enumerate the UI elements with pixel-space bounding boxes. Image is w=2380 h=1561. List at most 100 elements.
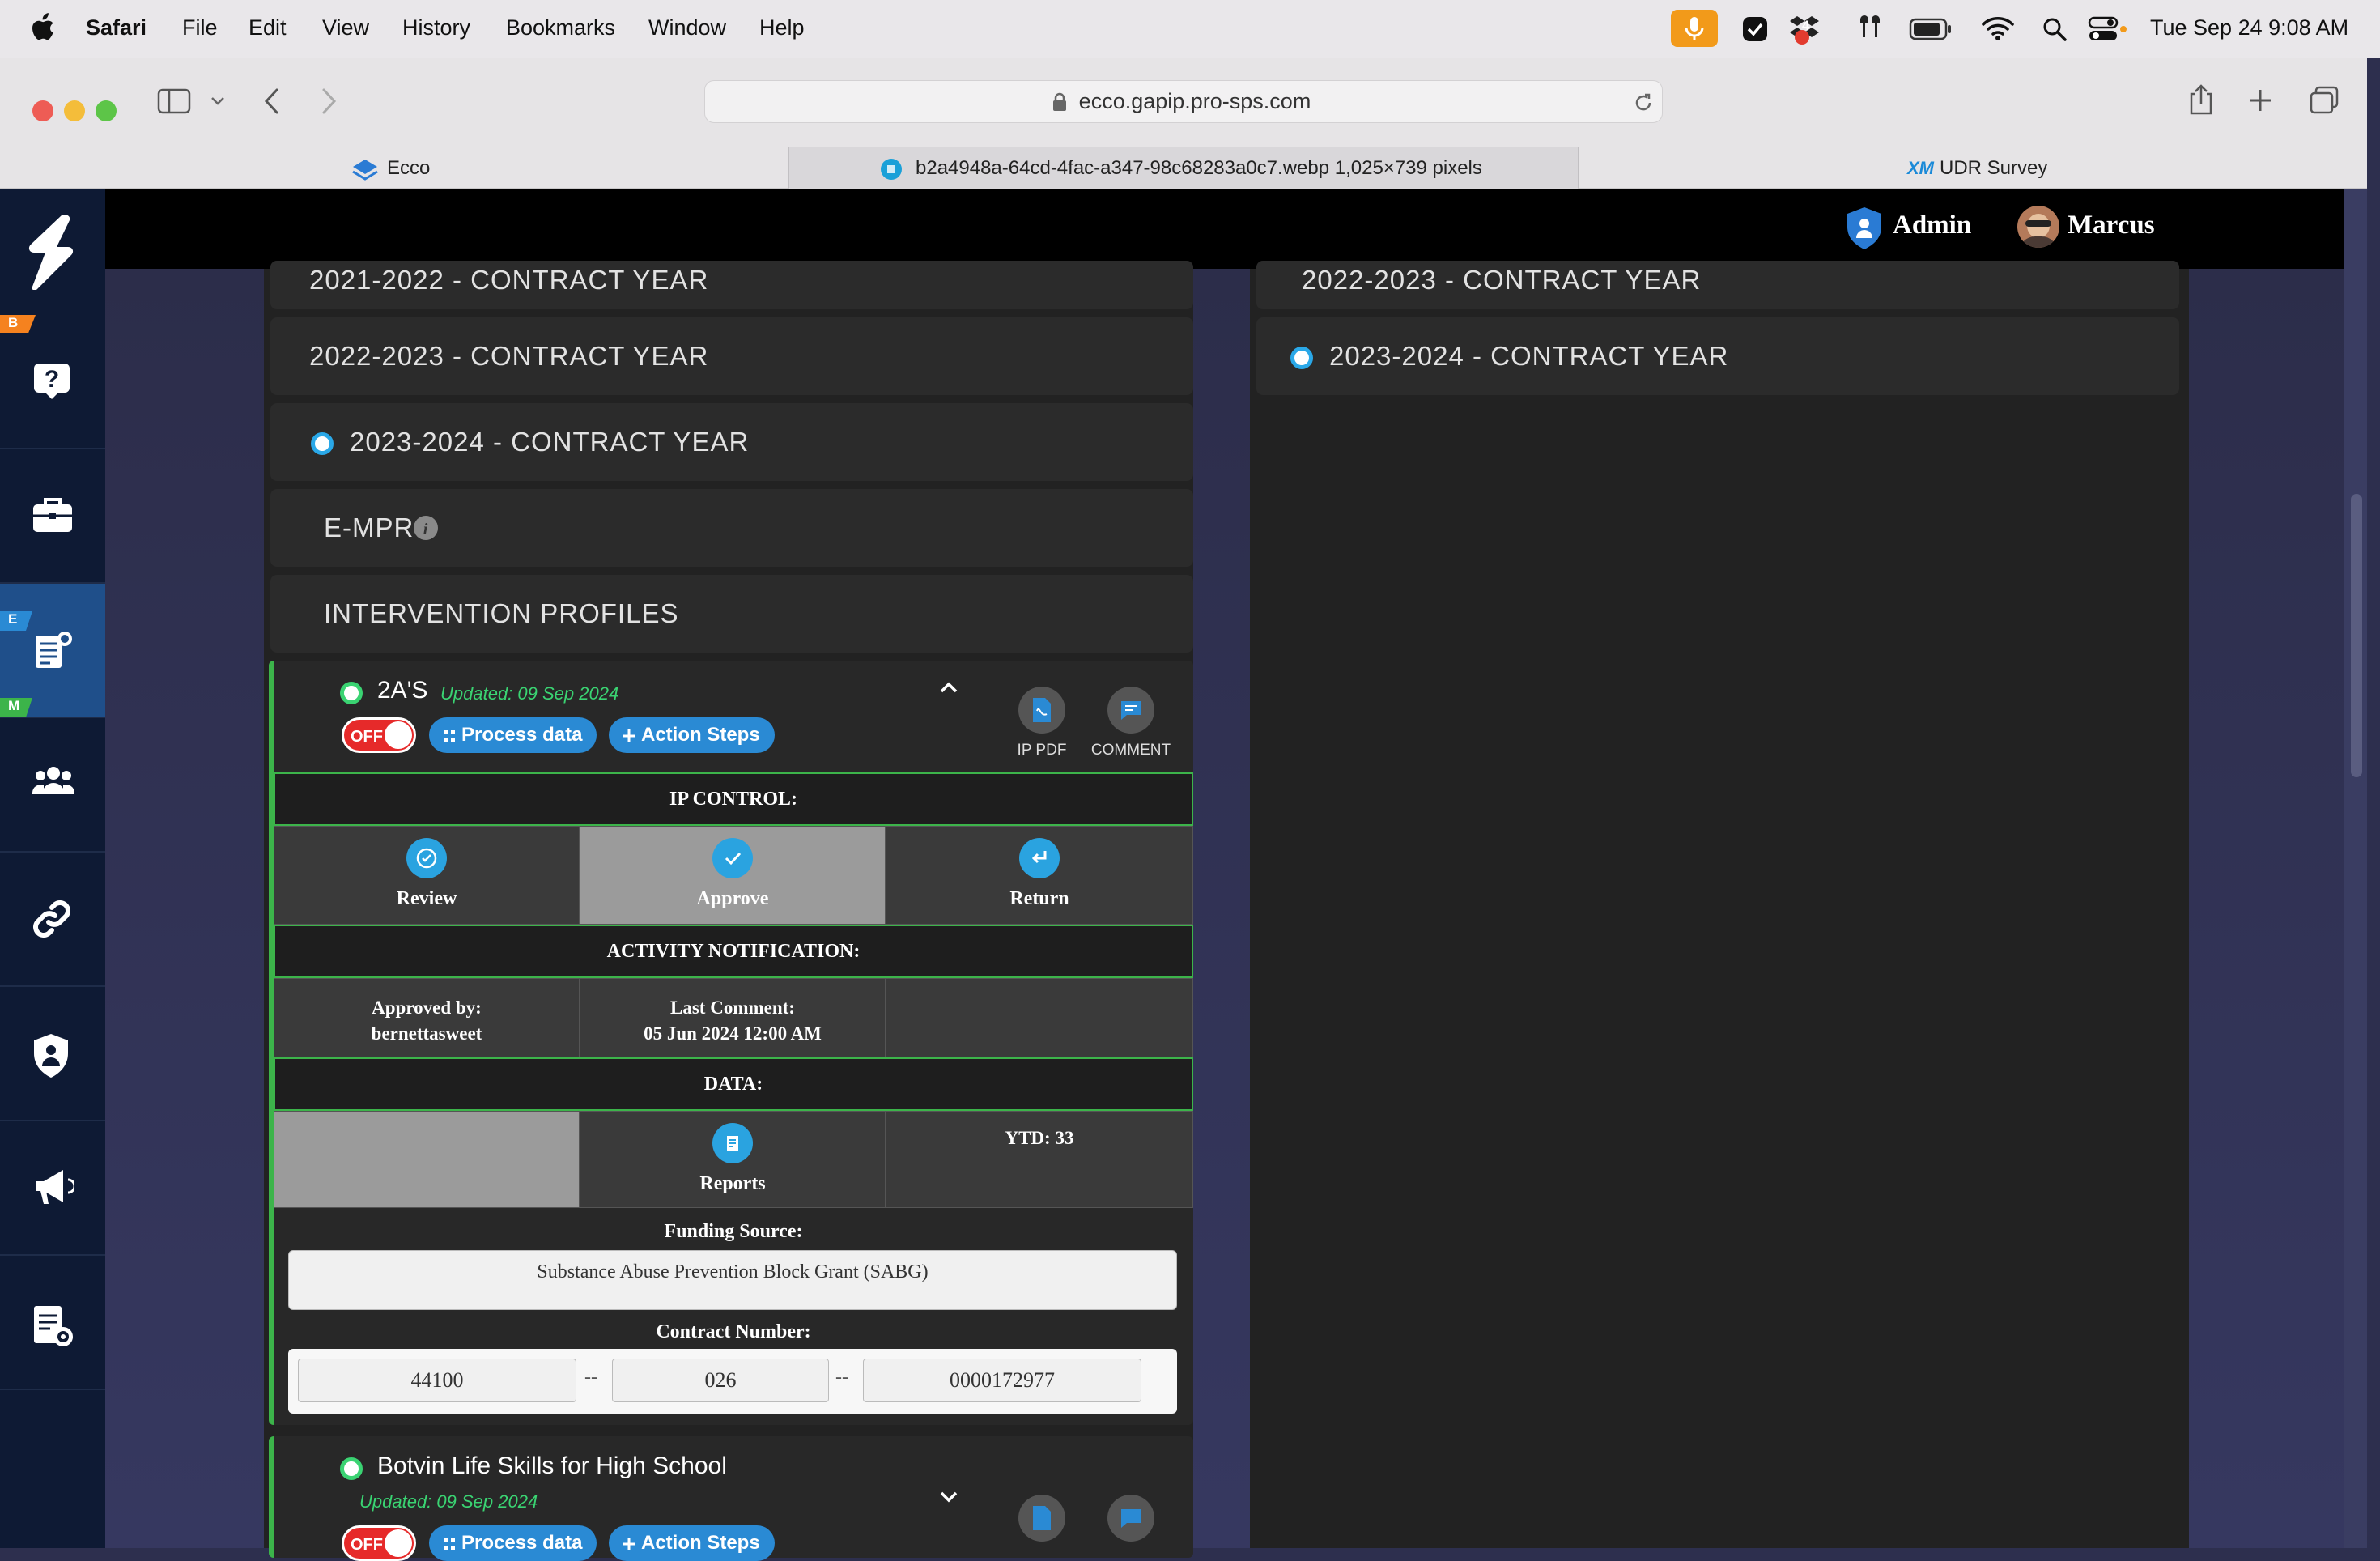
svg-text:?: ?	[45, 366, 59, 393]
menu-help[interactable]: Help	[759, 15, 805, 40]
nav-admin-shield[interactable]	[0, 987, 105, 1121]
contract-part2-input[interactable]: 026	[612, 1359, 829, 1402]
chevron-down-icon[interactable]	[937, 1488, 960, 1506]
lightning-logo-icon	[28, 214, 74, 290]
comment-button[interactable]	[1107, 1495, 1154, 1542]
nav-briefcase[interactable]	[0, 449, 105, 584]
card-updated: Updated: 09 Sep 2024	[440, 683, 619, 704]
microphone-icon[interactable]	[1671, 10, 1718, 47]
empr-row[interactable]: E-MPR i	[270, 489, 1193, 567]
nav-announcements[interactable]	[0, 1121, 105, 1256]
back-arrow-icon[interactable]	[261, 86, 283, 117]
review-cell[interactable]: Review	[274, 826, 580, 925]
approved-by-cell: Approved by: bernettasweet	[274, 978, 580, 1057]
comment-button[interactable]	[1107, 687, 1154, 734]
right-year-row-2023-selected[interactable]: 2023-2024 - CONTRACT YEAR	[1256, 317, 2179, 395]
ip-pdf-button[interactable]	[1018, 687, 1065, 734]
chevron-down-icon[interactable]	[209, 94, 227, 108]
user-name[interactable]: Marcus	[2068, 211, 2155, 240]
wifi-icon[interactable]	[1982, 15, 2014, 42]
empty-activity-cell	[886, 978, 1193, 1057]
menubar-clock[interactable]: Tue Sep 24 9:08 AM	[2150, 15, 2348, 40]
app-sidebar: B ? E M	[0, 189, 105, 1548]
user-avatar[interactable]	[2017, 206, 2059, 248]
approve-check-icon	[712, 838, 753, 878]
window-close-button[interactable]	[32, 100, 53, 121]
selected-radio-icon	[1290, 347, 1313, 370]
intervention-profiles-row[interactable]: INTERVENTION PROFILES	[270, 575, 1193, 653]
card-toggle-off[interactable]: OFF	[342, 717, 416, 753]
spotlight-search-icon[interactable]	[2042, 16, 2068, 42]
window-zoom-button[interactable]	[96, 100, 117, 121]
return-arrow-icon	[1019, 838, 1060, 878]
ecco-logo-icon	[352, 160, 378, 181]
contract-number-group: 44100 -- 026 -- 0000172977	[288, 1349, 1177, 1414]
nav-links[interactable]	[0, 853, 105, 987]
info-icon[interactable]: i	[413, 515, 439, 541]
tab-overview-icon[interactable]	[2309, 86, 2340, 115]
process-data-button[interactable]: Process data	[429, 717, 597, 753]
data-header: DATA:	[274, 1057, 1193, 1111]
process-grid-icon	[444, 1538, 455, 1550]
menu-file[interactable]: File	[182, 15, 218, 40]
nav-clipboard-settings[interactable]	[0, 1256, 105, 1390]
approve-cell[interactable]: Approve	[580, 826, 886, 925]
pdf-file-icon	[1033, 1506, 1051, 1530]
card-toggle-off[interactable]: OFF	[342, 1525, 416, 1561]
sidebar-toggle-icon[interactable]	[157, 87, 191, 115]
contract-part3-input[interactable]: 0000172977	[863, 1359, 1141, 1402]
review-badge-icon	[406, 838, 447, 878]
reports-cell[interactable]: Reports	[580, 1111, 886, 1208]
right-year-row-2022[interactable]: 2022-2023 - CONTRACT YEAR	[1256, 261, 2179, 309]
year-row-2023-selected[interactable]: 2023-2024 - CONTRACT YEAR	[270, 403, 1193, 481]
tab-webp-image[interactable]: b2a4948a-64cd-4fac-a347-98c68283a0c7.web…	[788, 147, 1579, 189]
url-text: ecco.gapip.pro-sps.com	[1078, 89, 1311, 113]
activity-notification-header: ACTIVITY NOTIFICATION:	[274, 925, 1193, 978]
return-cell[interactable]: Return	[886, 826, 1193, 925]
window-minimize-button[interactable]	[64, 100, 85, 121]
new-tab-plus-icon[interactable]	[2247, 87, 2273, 113]
tab-udr-survey[interactable]: XM UDR Survey	[1579, 147, 2367, 189]
action-steps-button[interactable]: Action Steps	[609, 717, 775, 753]
clipboard-settings-icon	[34, 1306, 73, 1346]
year-row-2022[interactable]: 2022-2023 - CONTRACT YEAR	[270, 317, 1193, 395]
right-panel: 2022-2023 - CONTRACT YEAR 2023-2024 - CO…	[1250, 261, 2189, 1548]
year-row-2021[interactable]: 2021-2022 - CONTRACT YEAR	[270, 261, 1193, 309]
menu-app-name[interactable]: Safari	[86, 15, 147, 40]
contract-sep-2: --	[835, 1367, 848, 1388]
forward-arrow-icon[interactable]	[317, 86, 340, 117]
share-icon[interactable]	[2187, 83, 2215, 117]
nav-help[interactable]: ?	[0, 315, 105, 449]
contract-part1-input[interactable]: 44100	[298, 1359, 576, 1402]
ip-pdf-button[interactable]	[1018, 1495, 1065, 1542]
move-arrows-icon	[623, 1537, 635, 1550]
menu-view[interactable]: View	[322, 15, 369, 40]
address-bar[interactable]: ecco.gapip.pro-sps.com	[704, 80, 1663, 123]
card-title: Botvin Life Skills for High School	[377, 1453, 727, 1479]
admin-link[interactable]: Admin	[1893, 211, 1971, 240]
menu-history[interactable]: History	[402, 15, 470, 40]
admin-shield-icon	[1847, 207, 1881, 249]
reload-icon[interactable]	[1633, 92, 1654, 113]
page-scrollbar-thumb[interactable]	[2351, 494, 2362, 777]
comment-label: COMMENT	[1090, 742, 1171, 759]
comment-bubble-icon	[1121, 701, 1141, 720]
menu-edit[interactable]: Edit	[249, 15, 287, 40]
nav-users[interactable]	[0, 718, 105, 853]
apple-logo-icon[interactable]	[31, 13, 55, 42]
app-logo[interactable]	[0, 189, 105, 315]
xm-logo-icon: XM	[1907, 158, 1934, 178]
checkmark-shield-icon[interactable]	[1740, 15, 1770, 44]
process-data-button[interactable]: Process data	[429, 1525, 597, 1561]
control-center-icon[interactable]	[2087, 15, 2127, 44]
action-steps-button[interactable]: Action Steps	[609, 1525, 775, 1561]
link-chain-icon	[33, 900, 70, 938]
funding-source-field[interactable]: Substance Abuse Prevention Block Grant (…	[288, 1250, 1177, 1310]
menu-bookmarks[interactable]: Bookmarks	[506, 15, 615, 40]
airpods-icon[interactable]	[1854, 13, 1886, 45]
menu-window[interactable]: Window	[648, 15, 726, 40]
battery-icon[interactable]	[1909, 18, 1953, 40]
tab-ecco[interactable]: Ecco	[0, 147, 788, 189]
chevron-up-icon[interactable]	[937, 678, 960, 696]
shield-user-icon	[34, 1034, 68, 1078]
